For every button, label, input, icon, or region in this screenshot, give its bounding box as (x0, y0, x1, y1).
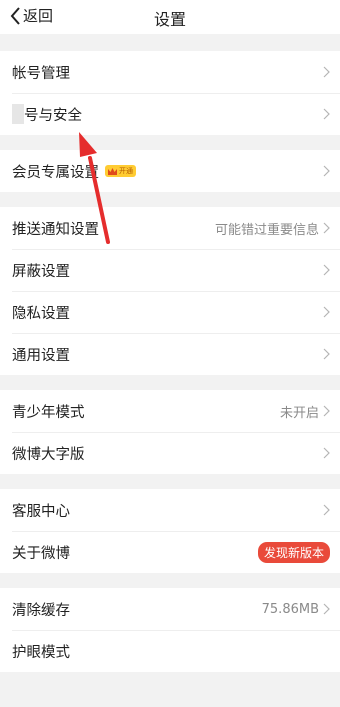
clear-cache-label: 清除缓存 (12, 602, 70, 619)
chevron-right-icon (323, 447, 330, 459)
chevron-right-icon (323, 348, 330, 360)
crown-icon (108, 167, 117, 175)
youth-mode-row[interactable]: 青少年模式 未开启 (0, 390, 340, 432)
big-font-label: 微博大字版 (12, 446, 85, 463)
youth-mode-label: 青少年模式 (12, 404, 85, 421)
account-security-row[interactable]: 号与安全 (0, 93, 340, 135)
account-manage-row[interactable]: 帐号管理 (0, 51, 340, 93)
vip-open-badge: 开通 (105, 165, 136, 177)
clear-cache-row[interactable]: 清除缓存 75.86MB (0, 588, 340, 630)
chevron-right-icon (323, 306, 330, 318)
customer-service-label: 客服中心 (12, 503, 70, 520)
push-settings-value: 可能错过重要信息 (214, 222, 319, 238)
customer-service-row[interactable]: 客服中心 (0, 489, 340, 531)
chevron-right-icon (323, 108, 330, 120)
push-settings-row[interactable]: 推送通知设置 可能错过重要信息 (0, 207, 340, 249)
page-title: 设置 (153, 10, 186, 29)
cache-group: 清除缓存 75.86MB 护眼模式 (0, 588, 340, 672)
youth-mode-value: 未开启 (279, 405, 319, 421)
chevron-right-icon (323, 405, 330, 417)
cache-size-value: 75.86MB (261, 601, 319, 617)
about-weibo-row[interactable]: 关于微博 发现新版本 (0, 531, 340, 573)
block-settings-row[interactable]: 屏蔽设置 (0, 249, 340, 291)
chevron-right-icon (323, 264, 330, 276)
account-group: 帐号管理 号与安全 (0, 51, 340, 135)
vip-badge-text: 开通 (119, 167, 133, 175)
about-weibo-label: 关于微博 (12, 545, 70, 562)
push-settings-label: 推送通知设置 (12, 221, 99, 238)
privacy-settings-row[interactable]: 隐私设置 (0, 291, 340, 333)
chevron-right-icon (323, 222, 330, 234)
chevron-right-icon (323, 66, 330, 78)
notify-group: 推送通知设置 可能错过重要信息 屏蔽设置 隐私设置 通用设置 (0, 207, 340, 375)
chevron-right-icon (323, 603, 330, 615)
general-settings-label: 通用设置 (12, 347, 70, 364)
vip-settings-label: 会员专属设置 (12, 164, 99, 181)
account-security-label: 号与安全 (24, 107, 82, 124)
top-bar: 返回 设置 (0, 0, 340, 34)
chevron-right-icon (323, 504, 330, 516)
eye-mode-row[interactable]: 护眼模式 (0, 630, 340, 672)
vip-settings-row[interactable]: 会员专属设置 开通 (0, 150, 340, 192)
account-manage-label: 帐号管理 (12, 65, 70, 82)
eye-mode-label: 护眼模式 (12, 644, 70, 661)
about-group: 客服中心 关于微博 发现新版本 (0, 489, 340, 573)
privacy-settings-label: 隐私设置 (12, 305, 70, 322)
chevron-right-icon (323, 165, 330, 177)
block-settings-label: 屏蔽设置 (12, 263, 70, 280)
general-settings-row[interactable]: 通用设置 (0, 333, 340, 375)
youth-group: 青少年模式 未开启 微博大字版 (0, 390, 340, 474)
new-version-badge: 发现新版本 (257, 541, 330, 563)
redacted-block (12, 104, 24, 124)
vip-group: 会员专属设置 开通 (0, 150, 340, 192)
big-font-row[interactable]: 微博大字版 (0, 432, 340, 474)
